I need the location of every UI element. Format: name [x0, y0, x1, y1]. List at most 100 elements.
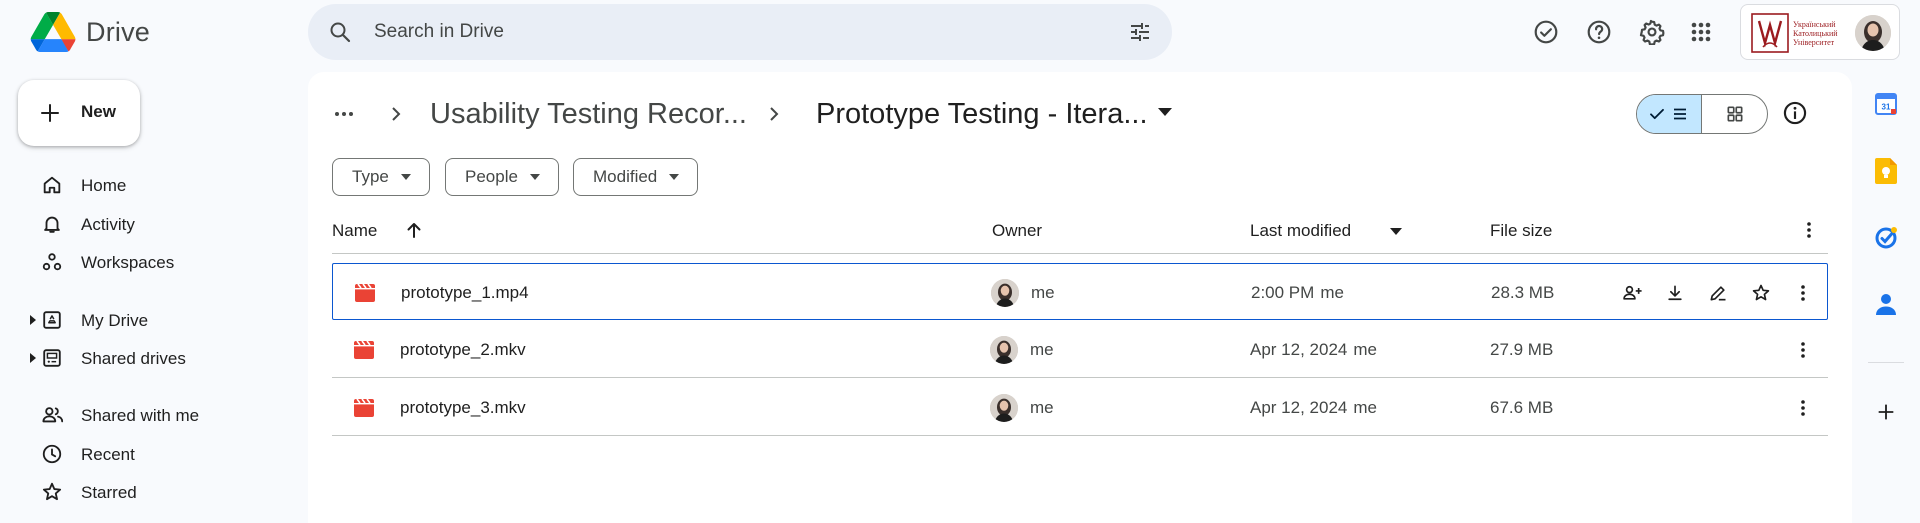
sidebar-item-label: Starred	[81, 483, 137, 502]
university-name: Український Католицький Університет	[1793, 19, 1838, 47]
filter-people-chip[interactable]: People	[445, 158, 559, 196]
clock-icon	[41, 443, 63, 465]
table-row[interactable]: prototype_2.mkv me Apr 12, 2024 me 27.9 M…	[332, 321, 1828, 378]
search-icon[interactable]	[328, 20, 352, 44]
table-row[interactable]: prototype_3.mkv me Apr 12, 2024 me 67.6 M…	[332, 379, 1828, 436]
more-vertical-icon[interactable]	[1790, 395, 1816, 421]
star-icon	[41, 481, 63, 503]
keep-icon[interactable]	[1872, 157, 1900, 185]
workspaces-icon	[41, 251, 63, 273]
info-icon[interactable]	[1782, 100, 1808, 126]
search-input[interactable]	[374, 20, 1054, 44]
more-vertical-icon[interactable]	[1799, 220, 1819, 240]
download-icon[interactable]	[1662, 280, 1688, 306]
account-switcher[interactable]: Український Католицький Університет	[1740, 4, 1900, 60]
sidebar-item-label: Shared with me	[81, 406, 200, 425]
sidebar-item-label: Shared drives	[81, 349, 186, 368]
sidebar-item-label: Activity	[81, 215, 135, 234]
check-icon	[1650, 108, 1664, 120]
sidebar-item-label: Home	[81, 176, 127, 195]
contacts-icon[interactable]	[1872, 290, 1900, 318]
column-header-owner[interactable]: Owner	[992, 221, 1042, 241]
sidebar-item-shared-with-me[interactable]: Shared with me	[0, 398, 300, 432]
column-header-file-size[interactable]: File size	[1490, 221, 1552, 241]
filter-modified-chip[interactable]: Modified	[573, 158, 699, 196]
chevron-right-icon	[764, 104, 784, 124]
main-panel: Usability Testing Recor... Prototype Tes…	[308, 72, 1852, 523]
home-icon	[41, 174, 63, 196]
file-name: prototype_2.mkv	[400, 340, 526, 359]
rename-icon[interactable]	[1705, 280, 1731, 306]
sidebar-item-shared-drives[interactable]: Shared drives	[0, 341, 300, 375]
sidebar-item-label: My Drive	[81, 311, 149, 330]
file-last-modified: 2:00 PM me	[1251, 283, 1344, 302]
file-size: 27.9 MB	[1490, 340, 1554, 359]
file-name: prototype_1.mp4	[401, 283, 529, 302]
breadcrumb-parent[interactable]: Usability Testing Recor...	[430, 98, 747, 131]
caret-down-icon	[529, 174, 540, 180]
list-view-button[interactable]	[1637, 95, 1702, 133]
divider	[1868, 362, 1904, 363]
chevron-right-icon	[386, 104, 406, 124]
table-row[interactable]: prototype_1.mp4 me 2:00 PM me 28.3 MB	[332, 263, 1828, 320]
plus-icon	[38, 101, 62, 125]
expand-caret-icon[interactable]	[29, 315, 37, 325]
new-button[interactable]: New	[18, 80, 140, 146]
apps-grid-icon[interactable]	[1681, 12, 1721, 52]
more-vertical-icon[interactable]	[1790, 337, 1816, 363]
calendar-icon[interactable]: 31	[1872, 90, 1900, 118]
filter-type-chip[interactable]: Type	[332, 158, 430, 196]
grid-view-button[interactable]	[1702, 95, 1767, 133]
breadcrumb-current-folder[interactable]: Prototype Testing - Itera...	[816, 98, 1148, 131]
video-file-icon	[355, 284, 375, 302]
add-icon[interactable]	[1872, 398, 1900, 426]
list-icon	[1674, 108, 1686, 120]
sidebar-item-home[interactable]: Home	[0, 168, 300, 202]
expand-caret-icon[interactable]	[29, 353, 37, 363]
university-seal-icon	[1751, 13, 1789, 53]
people-icon	[41, 404, 65, 426]
help-icon[interactable]	[1579, 12, 1619, 52]
tasks-icon[interactable]	[1872, 224, 1900, 252]
sidebar-item-my-drive[interactable]: My Drive	[0, 303, 300, 337]
caret-down-icon[interactable]	[1158, 108, 1172, 116]
view-toggle	[1636, 94, 1768, 134]
file-owner: me	[1030, 398, 1054, 417]
avatar[interactable]	[1855, 15, 1891, 51]
owner-avatar	[990, 336, 1018, 364]
file-size: 28.3 MB	[1491, 283, 1555, 302]
sidebar-item-label: Workspaces	[81, 253, 175, 272]
sidebar-item-activity[interactable]: Activity	[0, 207, 300, 241]
drive-logo-icon	[30, 12, 76, 52]
sidebar-item-workspaces[interactable]: Workspaces	[0, 245, 300, 279]
settings-icon[interactable]	[1632, 12, 1672, 52]
star-icon[interactable]	[1748, 280, 1774, 306]
ready-for-offline-icon[interactable]	[1526, 12, 1566, 52]
filter-label: Type	[352, 167, 389, 186]
file-name: prototype_3.mkv	[400, 398, 526, 417]
column-header-last-modified[interactable]: Last modified	[1250, 221, 1351, 241]
shared-drives-icon	[41, 347, 63, 369]
university-logo: Український Католицький Університет	[1751, 13, 1838, 53]
sidebar-item-starred[interactable]: Starred	[0, 475, 300, 509]
column-header-name[interactable]: Name	[332, 221, 377, 241]
search-options-icon[interactable]	[1128, 20, 1152, 44]
caret-down-icon[interactable]	[1390, 228, 1402, 235]
video-file-icon	[354, 341, 374, 359]
drive-logo[interactable]: Drive	[30, 10, 150, 54]
filter-label: People	[465, 167, 518, 186]
sidebar-item-recent[interactable]: Recent	[0, 437, 300, 471]
file-owner: me	[1031, 283, 1055, 302]
app-name: Drive	[86, 16, 151, 47]
share-icon[interactable]	[1619, 280, 1645, 306]
more-vertical-icon[interactable]	[1790, 280, 1816, 306]
more-horizontal-icon[interactable]	[332, 102, 356, 126]
my-drive-icon	[41, 309, 63, 331]
svg-text:31: 31	[1882, 103, 1891, 112]
file-last-modified: Apr 12, 2024 me	[1250, 398, 1377, 417]
sort-ascending-icon[interactable]	[404, 220, 424, 240]
sidebar-item-label: Recent	[81, 445, 135, 464]
video-file-icon	[354, 399, 374, 417]
search-bar[interactable]	[308, 4, 1172, 60]
filter-label: Modified	[593, 167, 658, 186]
